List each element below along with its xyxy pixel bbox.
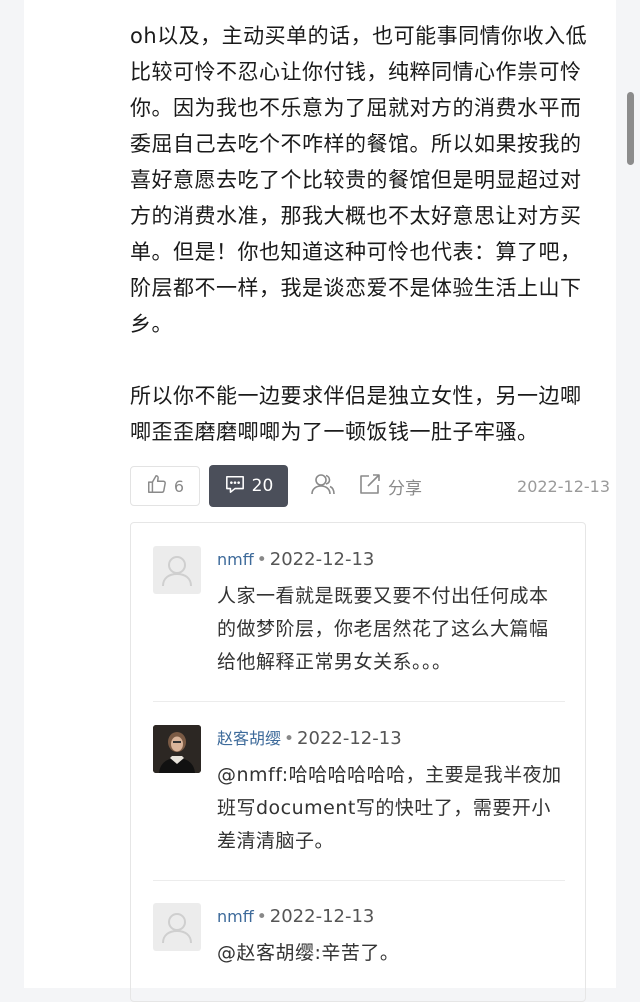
comment-button[interactable]: 20 (209, 465, 288, 507)
user-photo-icon (153, 725, 201, 773)
comment-icon (224, 474, 246, 499)
comment-author[interactable]: nmff (217, 907, 254, 926)
user-button[interactable] (310, 472, 336, 500)
comment-divider (153, 880, 565, 881)
user-icon (310, 472, 336, 500)
comment-author[interactable]: 赵客胡缨 (217, 729, 281, 748)
answer-paragraph: oh以及，主动买单的话，也可能事同情你收入低比较可怜不忍心让你付钱，纯粹同情心作… (130, 24, 588, 336)
thumbs-up-icon (146, 473, 168, 499)
share-button[interactable]: 分享 (358, 472, 422, 501)
comment-author[interactable]: nmff (217, 550, 254, 569)
comment-date: 2022-12-13 (297, 728, 402, 749)
answer-paragraph: 所以你不能一边要求伴侣是独立女性，另一边唧唧歪歪磨磨唧唧为了一顿饭钱一肚子牢骚。 (130, 384, 582, 444)
answer-content: oh以及，主动买单的话，也可能事同情你收入低比较可怜不忍心让你付钱，纯粹同情心作… (130, 18, 590, 450)
avatar[interactable] (153, 725, 201, 773)
default-avatar-icon (162, 556, 192, 587)
answer-action-bar: 6 20 分享 2022-12-13 (130, 465, 610, 507)
like-button[interactable]: 6 (130, 466, 200, 506)
comment-header: nmff • 2022-12-13 (217, 905, 374, 929)
scrollbar[interactable] (627, 92, 634, 165)
avatar[interactable] (153, 546, 201, 594)
separator-dot: • (256, 907, 267, 927)
comment-text: 人家一看就是既要又要不付出任何成本的做梦阶层，你老居然花了这么大篇幅给他解释正常… (217, 585, 549, 673)
comment-header: 赵客胡缨 • 2022-12-13 (217, 727, 402, 751)
comments-panel: nmff • 2022-12-13 人家一看就是既要又要不付出任何成本的做梦阶层，你… (130, 522, 586, 1002)
like-count: 6 (173, 476, 185, 496)
comment-text: @nmff:哈哈哈哈哈哈，主要是我半夜加班写document写的快吐了，需要开小… (217, 764, 562, 852)
comment-date: 2022-12-13 (269, 549, 375, 570)
comment-date: 2022-12-13 (269, 906, 375, 927)
share-icon (358, 472, 382, 501)
separator-dot: • (284, 729, 295, 749)
comment-text: @赵客胡缨:辛苦了。 (217, 942, 400, 964)
separator-dot: • (256, 550, 267, 570)
comment-count: 20 (251, 476, 274, 496)
default-avatar-icon (162, 913, 192, 944)
comment-divider (153, 701, 565, 702)
comment-header: nmff • 2022-12-13 (217, 548, 374, 572)
share-label: 分享 (388, 478, 422, 499)
avatar[interactable] (153, 903, 201, 951)
answer-card: oh以及，主动买单的话，也可能事同情你收入低比较可怜不忍心让你付钱，纯粹同情心作… (24, 0, 616, 1002)
answer-date: 2022-12-13 (517, 476, 610, 496)
